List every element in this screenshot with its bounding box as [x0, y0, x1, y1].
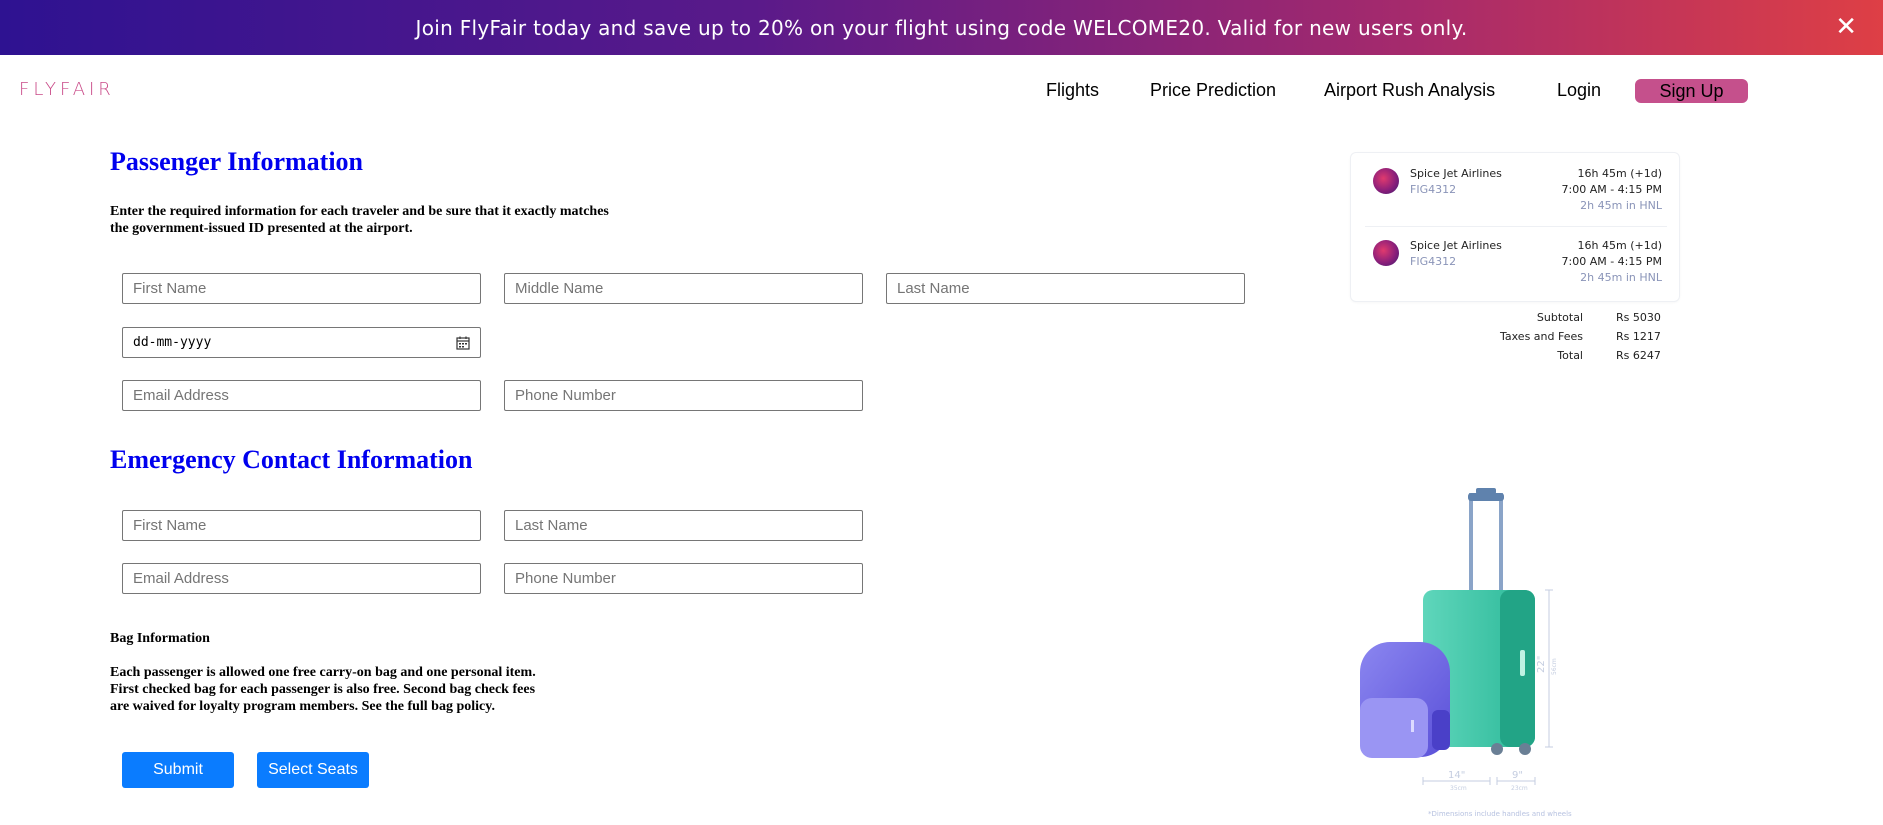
date-of-birth-input[interactable]: dd-mm-yyyy [122, 327, 481, 358]
height-label: 22" [1536, 656, 1547, 673]
airline-logo-icon [1373, 240, 1399, 266]
passenger-info-title: Passenger Information [110, 147, 364, 176]
promo-text: Join FlyFair today and save up to 20% on… [415, 15, 1468, 40]
promo-banner: Join FlyFair today and save up to 20% on… [0, 0, 1883, 55]
flight-time: 7:00 AM - 4:15 PM [1561, 255, 1663, 268]
nav-link-airport-rush-analysis[interactable]: Airport Rush Analysis [1324, 80, 1495, 101]
nav-link-price-prediction[interactable]: Price Prediction [1150, 80, 1276, 101]
passenger-description-line2: the government-issued ID presented at th… [110, 221, 413, 236]
flight-duration: 16h 45m (+1d) [1577, 167, 1662, 180]
passenger-info-description: Enter the required information for each … [110, 203, 609, 237]
width-cm-label: 35cm [1450, 785, 1467, 792]
flight-layover: 2h 45m in HNL [1580, 271, 1662, 284]
bag-info-line3: are waived for loyalty program members. … [110, 699, 495, 714]
passenger-phone-input[interactable] [504, 380, 863, 411]
select-seats-button[interactable]: Select Seats [257, 752, 369, 788]
total-value: Rs 6247 [1616, 349, 1661, 362]
subtotal-value: Rs 5030 [1616, 311, 1661, 324]
bag-info-title: Bag Information [110, 631, 210, 646]
flight-layover: 2h 45m in HNL [1580, 199, 1662, 212]
airline-name: Spice Jet Airlines [1410, 167, 1502, 180]
logo[interactable]: FLYFAIR [19, 79, 115, 100]
width-label: 14" [1448, 770, 1465, 781]
depth-label: 9" [1512, 770, 1523, 781]
top-nav: FLYFAIR Flights Price Prediction Airport… [0, 55, 1883, 125]
luggage-caption: *Dimensions include handles and wheels [1428, 810, 1572, 818]
emergency-contact-title: Emergency Contact Information [110, 445, 473, 474]
emergency-email-input[interactable] [122, 563, 481, 594]
flight-item[interactable]: Spice Jet Airlines FIG4312 16h 45m (+1d)… [1351, 153, 1681, 223]
date-placeholder: dd-mm-yyyy [133, 335, 212, 350]
submit-button[interactable]: Submit [122, 752, 234, 788]
height-cm-label: 56cm [1551, 658, 1558, 675]
passenger-email-input[interactable] [122, 380, 481, 411]
luggage-illustration: 22" 56cm 14" 35cm 9" 23cm [1360, 488, 1558, 792]
passenger-description-line1: Enter the required information for each … [110, 204, 609, 219]
taxes-label: Taxes and Fees [1500, 330, 1583, 343]
nav-link-login[interactable]: Login [1557, 80, 1601, 101]
flight-summary-card: Spice Jet Airlines FIG4312 16h 45m (+1d)… [1350, 152, 1680, 302]
calendar-icon[interactable] [456, 336, 470, 350]
depth-cm-label: 23cm [1511, 785, 1528, 792]
bag-info-line1: Each passenger is allowed one free carry… [110, 665, 536, 680]
passenger-middle-name-input[interactable] [504, 273, 863, 304]
taxes-value: Rs 1217 [1616, 330, 1661, 343]
signup-button[interactable]: Sign Up [1635, 79, 1748, 103]
nav-link-flights[interactable]: Flights [1046, 80, 1099, 101]
flight-code: FIG4312 [1410, 255, 1457, 268]
flight-item[interactable]: Spice Jet Airlines FIG4312 16h 45m (+1d)… [1351, 225, 1681, 295]
flight-code: FIG4312 [1410, 183, 1457, 196]
bag-info-line2: First checked bag for each passenger is … [110, 682, 536, 697]
airline-name: Spice Jet Airlines [1410, 239, 1502, 252]
passenger-last-name-input[interactable] [886, 273, 1245, 304]
close-icon[interactable]: ✕ [1835, 12, 1857, 42]
passenger-first-name-input[interactable] [122, 273, 481, 304]
flight-duration: 16h 45m (+1d) [1577, 239, 1662, 252]
bag-info-text: Each passenger is allowed one free carry… [110, 664, 536, 715]
airline-logo-icon [1373, 168, 1399, 194]
total-label: Total [1557, 349, 1583, 362]
subtotal-label: Subtotal [1536, 311, 1583, 324]
emergency-first-name-input[interactable] [122, 510, 481, 541]
flight-time: 7:00 AM - 4:15 PM [1561, 183, 1663, 196]
emergency-last-name-input[interactable] [504, 510, 863, 541]
emergency-phone-input[interactable] [504, 563, 863, 594]
